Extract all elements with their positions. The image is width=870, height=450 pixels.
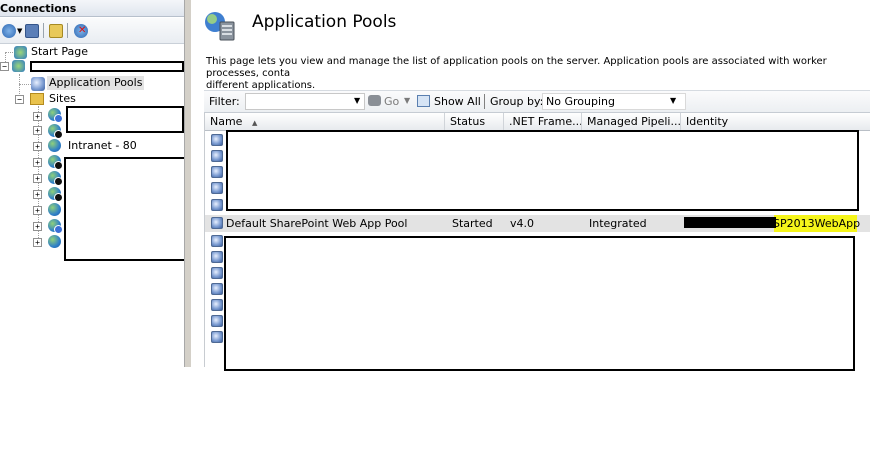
sort-ascending-icon: ▲ [251, 119, 258, 127]
redacted-pool-rows [226, 130, 859, 211]
redacted-server-name [30, 61, 184, 72]
column-header-row: Name ▲ Status .NET Frame... Managed Pipe… [205, 113, 870, 131]
column-identity[interactable]: Identity [681, 113, 870, 130]
filter-label: Filter: [209, 95, 240, 108]
pool-icon [211, 134, 223, 146]
pool-icon [211, 283, 223, 295]
column-net-framework[interactable]: .NET Frame... [504, 113, 582, 130]
site-globe-icon [48, 139, 61, 152]
show-all-icon [417, 95, 430, 107]
site-globe-icon [48, 235, 61, 248]
toolbar-separator [43, 23, 44, 38]
connections-toolbar: ▼ ✕ [0, 18, 184, 44]
go-dropdown-icon[interactable]: ▼ [404, 96, 410, 105]
site-globe-icon [48, 124, 63, 139]
expand-site-icon[interactable]: + [33, 190, 42, 199]
site-globe-icon [48, 187, 63, 202]
pool-name-cell[interactable]: Default SharePoint Web App Pool [226, 217, 407, 231]
disconnect-icon[interactable]: ✕ [74, 24, 88, 38]
go-button[interactable]: Go [384, 95, 399, 108]
pool-icon [211, 251, 223, 263]
tree-intranet-site[interactable]: Intranet - 80 [68, 139, 137, 153]
connect-icon[interactable] [2, 24, 16, 38]
pool-net-cell: v4.0 [510, 217, 535, 230]
expand-site-icon[interactable]: + [33, 112, 42, 121]
binoculars-icon[interactable] [368, 95, 381, 106]
expand-site-icon[interactable]: + [33, 174, 42, 183]
column-managed-pipeline[interactable]: Managed Pipeli... [582, 113, 681, 130]
pool-icon [211, 150, 223, 162]
site-globe-icon [48, 171, 63, 186]
application-pools-icon [31, 77, 45, 91]
site-globe-icon [48, 108, 63, 123]
site-globe-icon [48, 155, 63, 170]
start-page-icon [14, 46, 27, 59]
group-by-dropdown-icon[interactable]: ▼ [670, 96, 676, 105]
expand-site-icon[interactable]: + [33, 126, 42, 135]
filter-input[interactable] [245, 93, 365, 110]
identity-redaction [684, 217, 776, 228]
page-title: Application Pools [252, 12, 397, 32]
show-all-button[interactable]: Show All [434, 95, 481, 108]
pool-icon [211, 331, 223, 343]
expand-site-icon[interactable]: + [33, 222, 42, 231]
redacted-site-name [66, 106, 184, 133]
page-description: This page lets you view and manage the l… [206, 56, 827, 91]
pool-icon [211, 315, 223, 327]
collapse-sites-icon[interactable]: − [15, 95, 24, 104]
filter-toolbar: Filter: ▼ Go ▼ Show All Group by: No Gro… [204, 90, 870, 113]
connections-header: Connections [0, 0, 184, 17]
redacted-site-names [64, 157, 184, 261]
toolbar-separator [484, 94, 485, 109]
pool-status-cell: Started [452, 217, 493, 230]
pool-icon [211, 199, 223, 211]
pool-icon [211, 166, 223, 178]
save-icon[interactable] [25, 24, 39, 38]
column-status[interactable]: Status [445, 113, 504, 130]
column-name[interactable]: Name ▲ [205, 113, 445, 130]
group-by-value: No Grouping [546, 95, 615, 108]
group-by-select[interactable]: No Grouping [542, 93, 686, 110]
group-by-label: Group by: [490, 95, 544, 108]
pool-pipeline-cell: Integrated [589, 217, 647, 230]
expand-site-icon[interactable]: + [33, 206, 42, 215]
expand-site-icon[interactable]: + [33, 142, 42, 151]
connect-dropdown-icon[interactable]: ▼ [17, 27, 22, 35]
column-name-label: Name [210, 115, 243, 128]
sites-folder-icon [30, 93, 44, 105]
connections-pane: Connections ▼ ✕ Start Page − Application… [0, 0, 184, 367]
pool-icon [211, 217, 223, 229]
tree-start-page[interactable]: Start Page [31, 45, 88, 59]
site-globe-icon [48, 203, 61, 216]
up-level-icon[interactable] [49, 24, 63, 38]
site-globe-icon [48, 219, 63, 234]
tree-sites[interactable]: Sites [49, 92, 76, 106]
filter-dropdown-icon[interactable]: ▼ [354, 96, 360, 105]
expand-site-icon[interactable]: + [33, 158, 42, 167]
pool-icon [211, 235, 223, 247]
application-pools-large-icon [205, 12, 235, 41]
pool-identity-cell: SP2013WebApp [773, 217, 861, 230]
pool-icon [211, 299, 223, 311]
expand-site-icon[interactable]: + [33, 238, 42, 247]
pane-splitter[interactable] [184, 0, 191, 367]
pool-icon [211, 267, 223, 279]
toolbar-separator [67, 23, 68, 38]
pool-icon [211, 182, 223, 194]
redacted-pool-rows [224, 236, 855, 371]
tree-application-pools[interactable]: Application Pools [47, 76, 145, 90]
server-icon [12, 60, 25, 72]
collapse-server-icon[interactable]: − [0, 62, 9, 71]
